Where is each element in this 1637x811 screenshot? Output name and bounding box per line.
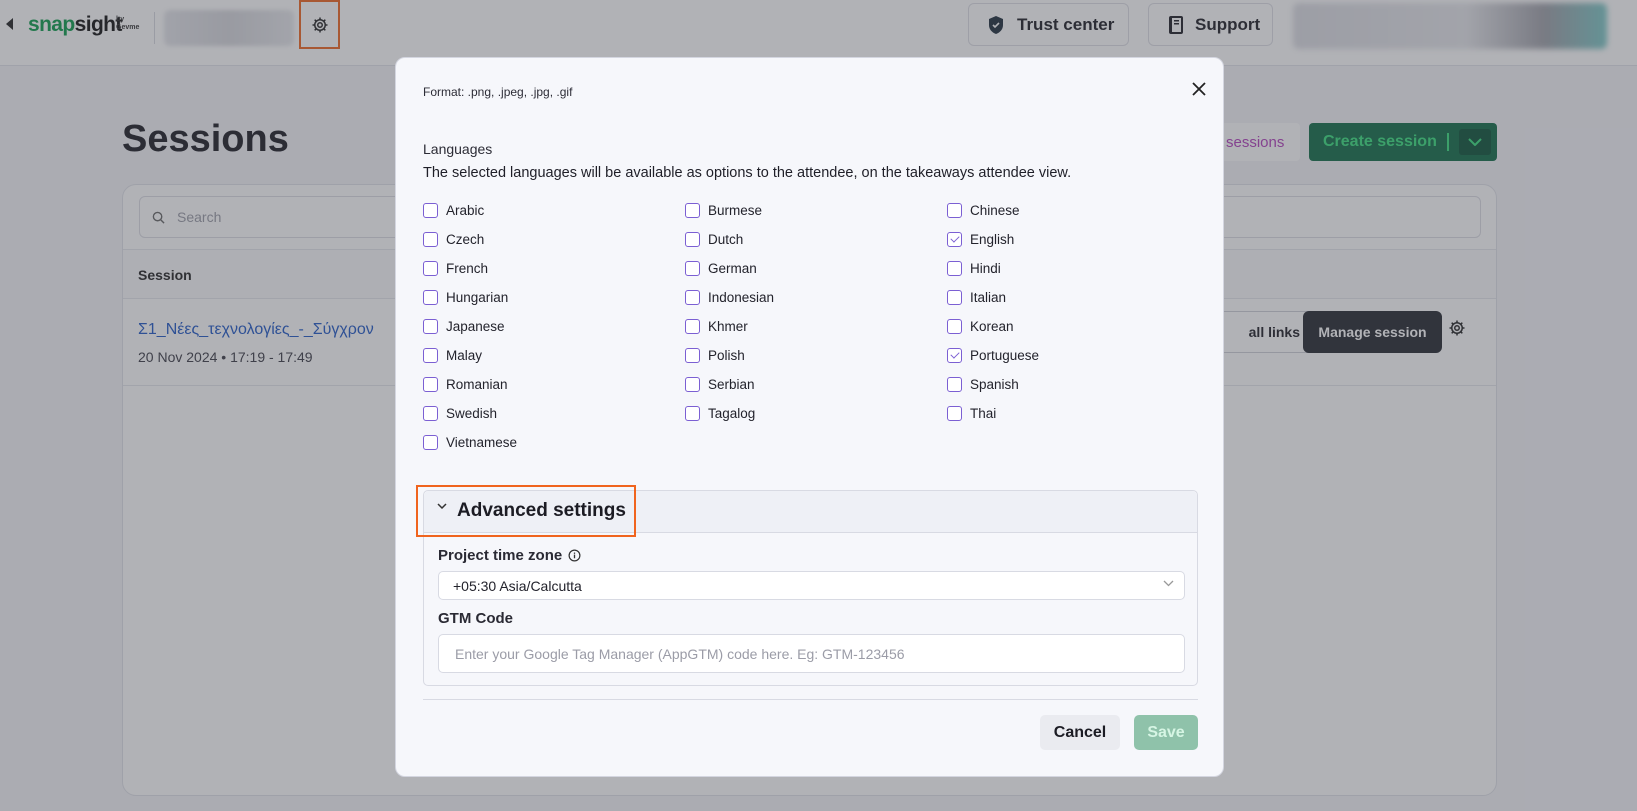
language-label: Chinese	[970, 202, 1020, 218]
language-label: Indonesian	[708, 289, 775, 305]
format-hint: Format: .png, .jpeg, .jpg, .gif	[423, 85, 573, 99]
language-option-thai[interactable]: Thai	[947, 404, 996, 422]
checkbox[interactable]	[947, 318, 962, 334]
language-option-indonesian[interactable]: Indonesian	[685, 288, 774, 306]
language-option-japanese[interactable]: Japanese	[423, 317, 505, 335]
language-label: Spanish	[970, 376, 1019, 392]
language-option-romanian[interactable]: Romanian	[423, 375, 508, 393]
checkbox[interactable]	[947, 376, 962, 392]
language-label: French	[446, 260, 489, 276]
checkbox[interactable]	[947, 231, 962, 247]
language-option-portuguese[interactable]: Portuguese	[947, 346, 1039, 364]
footer-divider	[423, 699, 1198, 700]
language-label: Tagalog	[708, 405, 756, 421]
language-label: Romanian	[446, 376, 508, 392]
checkbox[interactable]	[423, 202, 438, 218]
checkbox[interactable]	[685, 202, 700, 218]
language-option-khmer[interactable]: Khmer	[685, 317, 748, 335]
info-icon[interactable]	[568, 549, 581, 562]
chevron-down-icon	[437, 503, 447, 510]
advanced-settings-header[interactable]: Advanced settings	[416, 485, 1197, 537]
language-label: Japanese	[446, 318, 505, 334]
language-option-french[interactable]: French	[423, 259, 488, 277]
chevron-down-icon	[1163, 580, 1174, 587]
language-option-vietnamese[interactable]: Vietnamese	[423, 433, 517, 451]
language-option-serbian[interactable]: Serbian	[685, 375, 755, 393]
language-label: Burmese	[708, 202, 763, 218]
checkbox[interactable]	[423, 231, 438, 247]
checkbox[interactable]	[685, 347, 700, 363]
language-option-tagalog[interactable]: Tagalog	[685, 404, 755, 422]
language-label: Arabic	[446, 202, 485, 218]
language-label: Thai	[970, 405, 997, 421]
checkbox[interactable]	[423, 318, 438, 334]
language-option-italian[interactable]: Italian	[947, 288, 1006, 306]
language-label: Vietnamese	[446, 434, 518, 450]
checkbox[interactable]	[685, 260, 700, 276]
cancel-button[interactable]: Cancel	[1040, 715, 1120, 750]
gtm-code-label: GTM Code	[438, 610, 513, 627]
language-option-dutch[interactable]: Dutch	[685, 230, 743, 248]
language-option-spanish[interactable]: Spanish	[947, 375, 1019, 393]
checkbox[interactable]	[685, 318, 700, 334]
language-label: Portuguese	[970, 347, 1040, 363]
language-option-hindi[interactable]: Hindi	[947, 259, 1001, 277]
language-label: Hungarian	[446, 289, 509, 305]
language-option-hungarian[interactable]: Hungarian	[423, 288, 508, 306]
checkbox[interactable]	[947, 202, 962, 218]
language-option-polish[interactable]: Polish	[685, 346, 745, 364]
checkbox[interactable]	[947, 347, 962, 363]
language-option-burmese[interactable]: Burmese	[685, 201, 762, 219]
close-icon[interactable]	[1190, 80, 1208, 98]
languages-description: The selected languages will be available…	[423, 165, 1072, 181]
checkbox[interactable]	[947, 405, 962, 421]
checkbox[interactable]	[423, 434, 438, 450]
language-label: Korean	[970, 318, 1014, 334]
gtm-code-input[interactable]	[438, 634, 1185, 673]
language-option-czech[interactable]: Czech	[423, 230, 484, 248]
language-option-swedish[interactable]: Swedish	[423, 404, 497, 422]
language-label: Italian	[970, 289, 1007, 305]
checkbox[interactable]	[423, 347, 438, 363]
checkbox[interactable]	[423, 289, 438, 305]
checkbox[interactable]	[685, 231, 700, 247]
checkbox[interactable]	[685, 405, 700, 421]
language-option-chinese[interactable]: Chinese	[947, 201, 1020, 219]
language-label: Hindi	[970, 260, 1001, 276]
checkbox[interactable]	[947, 289, 962, 305]
language-option-korean[interactable]: Korean	[947, 317, 1014, 335]
language-label: Malay	[446, 347, 483, 363]
session-settings-modal: Format: .png, .jpeg, .jpg, .gif Language…	[395, 57, 1224, 777]
language-label: English	[970, 231, 1015, 247]
language-label: Polish	[708, 347, 745, 363]
language-label: Czech	[446, 231, 485, 247]
checkbox[interactable]	[947, 260, 962, 276]
language-option-malay[interactable]: Malay	[423, 346, 482, 364]
language-option-german[interactable]: German	[685, 259, 757, 277]
language-option-english[interactable]: English	[947, 230, 1014, 248]
save-button[interactable]: Save	[1134, 715, 1198, 750]
checkbox[interactable]	[423, 376, 438, 392]
timezone-label: Project time zone	[438, 547, 581, 564]
checkbox[interactable]	[423, 405, 438, 421]
checkbox[interactable]	[685, 289, 700, 305]
checkbox[interactable]	[423, 260, 438, 276]
language-label: Swedish	[446, 405, 498, 421]
advanced-settings-title: Advanced settings	[457, 500, 626, 521]
language-label: German	[708, 260, 757, 276]
checkbox[interactable]	[685, 376, 700, 392]
language-label: Serbian	[708, 376, 755, 392]
languages-label: Languages	[423, 141, 493, 157]
timezone-select[interactable]: +05:30 Asia/Calcutta	[438, 571, 1185, 600]
language-label: Khmer	[708, 318, 748, 334]
advanced-settings-section: Advanced settings Project time zone +05:…	[416, 485, 1198, 686]
language-option-arabic[interactable]: Arabic	[423, 201, 484, 219]
language-label: Dutch	[708, 231, 744, 247]
